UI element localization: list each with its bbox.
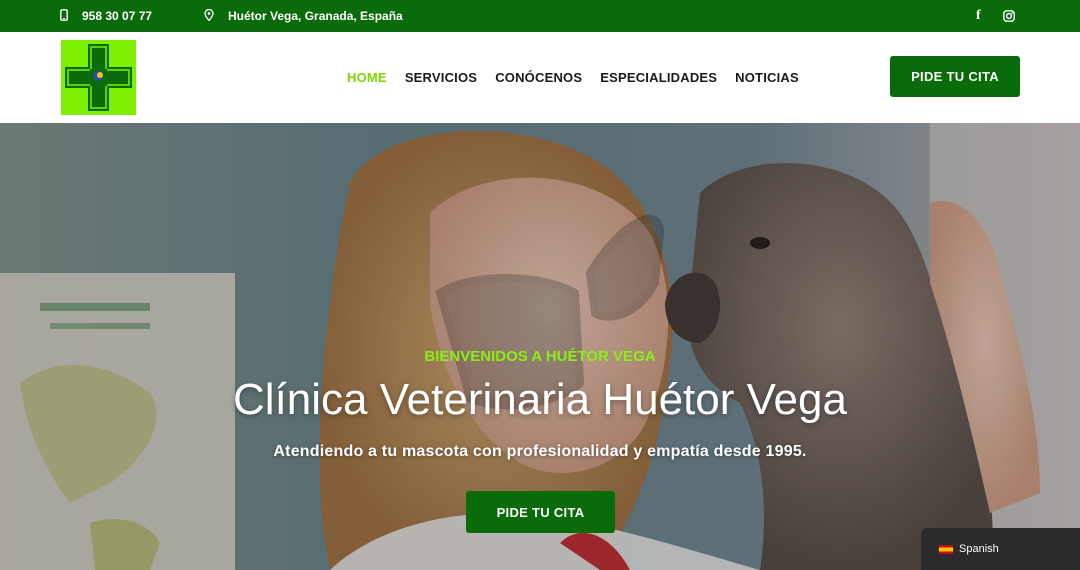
nav-noticias[interactable]: NOTICIAS [735,70,799,85]
hero-title: Clínica Veterinaria Huétor Vega [233,375,847,424]
location-text: Huétor Vega, Granada, España [228,9,403,23]
main-header: HOME SERVICIOS CONÓCENOS ESPECIALIDADES … [0,32,1080,123]
location-contact: Huétor Vega, Granada, España [204,0,403,32]
phone-contact[interactable]: 958 30 07 77 [60,0,152,32]
hero-subtitle: Atendiendo a tu mascota con profesionali… [273,443,807,460]
nav-servicios[interactable]: SERVICIOS [405,70,477,85]
hero-appointment-button[interactable]: PIDE TU CITA [466,491,615,533]
hero-kicker: BIENVENIDOS A HUÉTOR VEGA [424,348,656,365]
instagram-icon[interactable] [1003,0,1015,32]
facebook-icon[interactable]: f [976,0,981,32]
location-pin-icon [204,8,214,24]
hero-section: BIENVENIDOS A HUÉTOR VEGA Clínica Veteri… [0,123,1080,570]
appointment-button[interactable]: PIDE TU CITA [890,56,1020,97]
clinic-logo[interactable] [61,40,136,115]
main-nav: HOME SERVICIOS CONÓCENOS ESPECIALIDADES … [347,32,817,123]
top-bar: 958 30 07 77 Huétor Vega, Granada, Españ… [0,0,1080,32]
phone-icon [60,8,68,24]
language-switcher[interactable]: Spanish [921,528,1080,570]
spain-flag-icon [939,544,953,554]
nav-home[interactable]: HOME [347,70,387,85]
nav-especialidades[interactable]: ESPECIALIDADES [600,70,717,85]
phone-number: 958 30 07 77 [82,9,153,23]
nav-conocenos[interactable]: CONÓCENOS [495,70,582,85]
language-label: Spanish [959,543,999,555]
